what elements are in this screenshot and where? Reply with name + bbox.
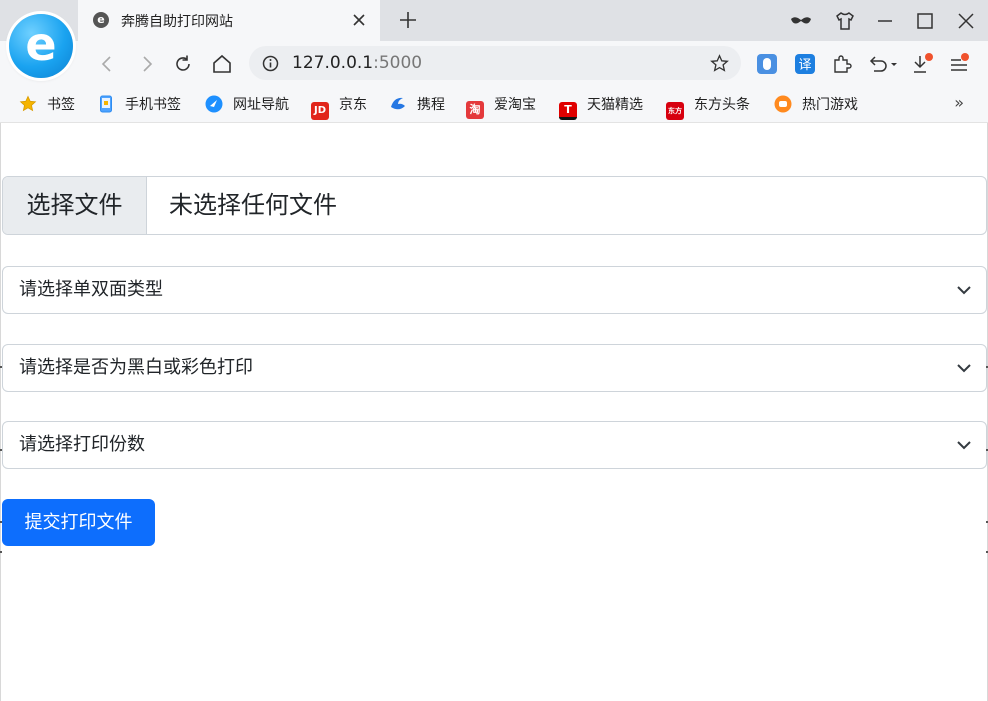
svg-text:译: 译: [798, 58, 811, 73]
bookmark-label: 热门游戏: [802, 97, 858, 113]
bookmark-label: 网址导航: [233, 97, 289, 113]
browser-navbar: 127.0.0.1:5000 译: [0, 41, 988, 85]
color-mode-selected: 请选择是否为黑白或彩色打印: [19, 357, 253, 378]
bookmark-item-taobao[interactable]: 淘爱淘宝: [466, 94, 536, 119]
download-icon[interactable]: [911, 53, 933, 75]
extensions-puzzle-icon[interactable]: [831, 53, 853, 75]
site-info-icon[interactable]: [262, 55, 279, 72]
bookmark-label: 东方头条: [694, 97, 750, 113]
bookmarks-overflow-button[interactable]: »: [954, 93, 964, 112]
translate-icon[interactable]: 译: [794, 53, 816, 75]
duplex-type-select[interactable]: 请选择单双面类型: [2, 266, 987, 314]
bookmark-label: 携程: [417, 97, 445, 113]
browser-logo-icon: e: [9, 14, 73, 78]
forward-icon[interactable]: [136, 53, 158, 75]
copies-selected: 请选择打印份数: [19, 434, 145, 455]
star-icon: [19, 95, 37, 112]
taobao-icon: 淘: [466, 101, 484, 119]
duplex-type-selected: 请选择单双面类型: [19, 279, 163, 300]
bookmark-item-nav[interactable]: 网址导航: [205, 94, 289, 114]
tmall-icon: T: [559, 102, 577, 120]
bookmark-label: 天猫精选: [587, 97, 643, 113]
close-window-icon[interactable]: [955, 10, 977, 32]
file-status-text: 未选择任何文件: [169, 191, 337, 219]
color-mode-select[interactable]: 请选择是否为黑白或彩色打印: [2, 344, 987, 392]
tab-favicon-icon: e: [93, 12, 109, 28]
bookmark-item-jd[interactable]: JD 京东: [311, 94, 367, 120]
maximize-icon[interactable]: [914, 10, 936, 32]
address-bar[interactable]: 127.0.0.1:5000: [249, 46, 741, 80]
bookmark-item-games[interactable]: 热门游戏: [774, 94, 858, 114]
edge-marker: [0, 366, 2, 368]
copies-select[interactable]: 请选择打印份数: [2, 421, 987, 469]
new-tab-icon[interactable]: [398, 10, 418, 30]
url-host: 127.0.0.1: [292, 53, 374, 73]
minimize-icon[interactable]: [874, 10, 896, 32]
browser-titlebar: e 奔腾自助打印网站: [0, 0, 988, 41]
extension-mouse-icon[interactable]: [756, 53, 778, 75]
edge-marker: [0, 521, 2, 523]
back-icon[interactable]: [96, 53, 118, 75]
browser-tab-active[interactable]: e 奔腾自助打印网站: [78, 0, 380, 41]
bookmark-star-icon[interactable]: [710, 54, 729, 73]
close-tab-icon[interactable]: [350, 11, 368, 29]
bookmark-item-dftt[interactable]: 东方 东方头条: [666, 94, 750, 120]
bookmark-label: 爱淘宝: [494, 97, 536, 113]
edge-marker: [0, 551, 2, 553]
bookmark-item-bookmarks[interactable]: 书签: [19, 94, 75, 114]
tab-title: 奔腾自助打印网站: [121, 14, 233, 30]
choose-file-button[interactable]: 选择文件: [3, 177, 147, 234]
home-icon[interactable]: [211, 53, 233, 75]
jd-icon: JD: [311, 102, 329, 120]
bookmarks-bar: 书签 手机书签 网址导航 JD 京东 携程 淘爱淘宝 T 天猫精选 东方 东方头条 热…: [0, 85, 988, 123]
chevron-down-icon: [957, 441, 971, 450]
dftt-icon: 东方: [666, 102, 684, 120]
bookmark-label: 手机书签: [125, 97, 181, 113]
bookmark-item-mobile[interactable]: 手机书签: [97, 94, 181, 114]
edge-marker: [0, 449, 2, 451]
bookmark-item-tmall[interactable]: T 天猫精选: [559, 94, 643, 120]
submit-print-button[interactable]: 提交打印文件: [2, 499, 155, 546]
chevron-down-icon: [957, 286, 971, 295]
game-icon: [774, 95, 792, 113]
address-url[interactable]: 127.0.0.1:5000: [292, 53, 422, 73]
bookmark-item-ctrip[interactable]: 携程: [389, 94, 445, 114]
page-content: 选择文件 未选择任何文件 请选择单双面类型 请选择是否为黑白或彩色打印 请选择打…: [0, 123, 988, 701]
ctrip-icon: [391, 97, 405, 110]
undo-dropdown-icon[interactable]: [866, 53, 900, 75]
chevron-down-icon: [957, 364, 971, 373]
nav-icon: [205, 95, 223, 113]
reload-icon[interactable]: [172, 53, 194, 75]
skin-shirt-icon[interactable]: [834, 10, 856, 32]
url-port: :5000: [373, 53, 423, 73]
file-input[interactable]: 选择文件 未选择任何文件: [2, 176, 987, 235]
incognito-mask-icon[interactable]: [790, 10, 812, 32]
phone-icon: [100, 95, 112, 113]
menu-icon[interactable]: [948, 53, 970, 75]
bookmark-label: 书签: [47, 97, 75, 113]
bookmark-label: 京东: [339, 97, 367, 113]
